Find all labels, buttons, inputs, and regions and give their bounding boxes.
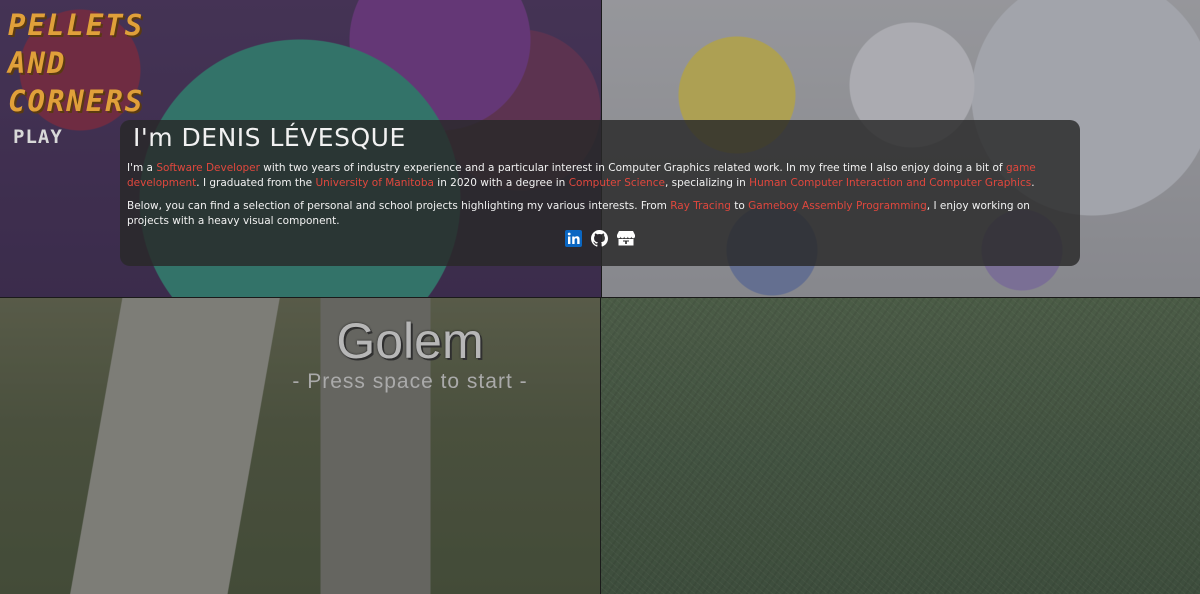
pellets-game-title: PELLETS AND CORNERS — [8, 8, 145, 118]
intro-text: . I graduated from the — [196, 176, 316, 189]
intro-paragraph-1: I'm a Software Developer with two years … — [127, 161, 1070, 190]
intro-text: in 2020 with a degree in — [433, 176, 569, 189]
golem-game-subtitle: - Press space to start - — [292, 370, 528, 393]
intro-text: with two years of industry experience an… — [259, 162, 1006, 174]
intro-text: I'm a — [127, 162, 157, 174]
intro-heading: I'm DENIS LÉVESQUE — [133, 123, 406, 152]
link-computer-science[interactable]: Computer Science — [569, 177, 665, 189]
intro-text: . — [1031, 176, 1035, 189]
link-software-developer[interactable]: Software Developer — [156, 162, 260, 174]
intro-text: to — [730, 200, 749, 212]
intro-text: , specializing in — [664, 176, 750, 189]
linkedin-icon[interactable] — [564, 230, 582, 251]
golem-game-title: Golem — [336, 313, 484, 369]
github-icon[interactable] — [591, 230, 608, 251]
project-grid — [0, 0, 1200, 594]
itchio-icon[interactable] — [617, 230, 636, 251]
intro-card: I'm DENIS LÉVESQUE I'm a Software Develo… — [120, 120, 1080, 266]
intro-paragraph-2: Below, you can find a selection of perso… — [127, 199, 1070, 228]
social-links — [120, 230, 1080, 251]
pellets-play-label: PLAY — [13, 126, 63, 148]
link-ray-tracing[interactable]: Ray Tracing — [670, 200, 731, 212]
intro-text: Below, you can find a selection of perso… — [127, 200, 671, 212]
link-gameboy-assembly[interactable]: Gameboy Assembly Programming — [748, 200, 927, 212]
link-university-of-manitoba[interactable]: University of Manitoba — [315, 177, 433, 189]
link-hci-and-graphics[interactable]: Human Computer Interaction and Computer … — [749, 177, 1031, 189]
